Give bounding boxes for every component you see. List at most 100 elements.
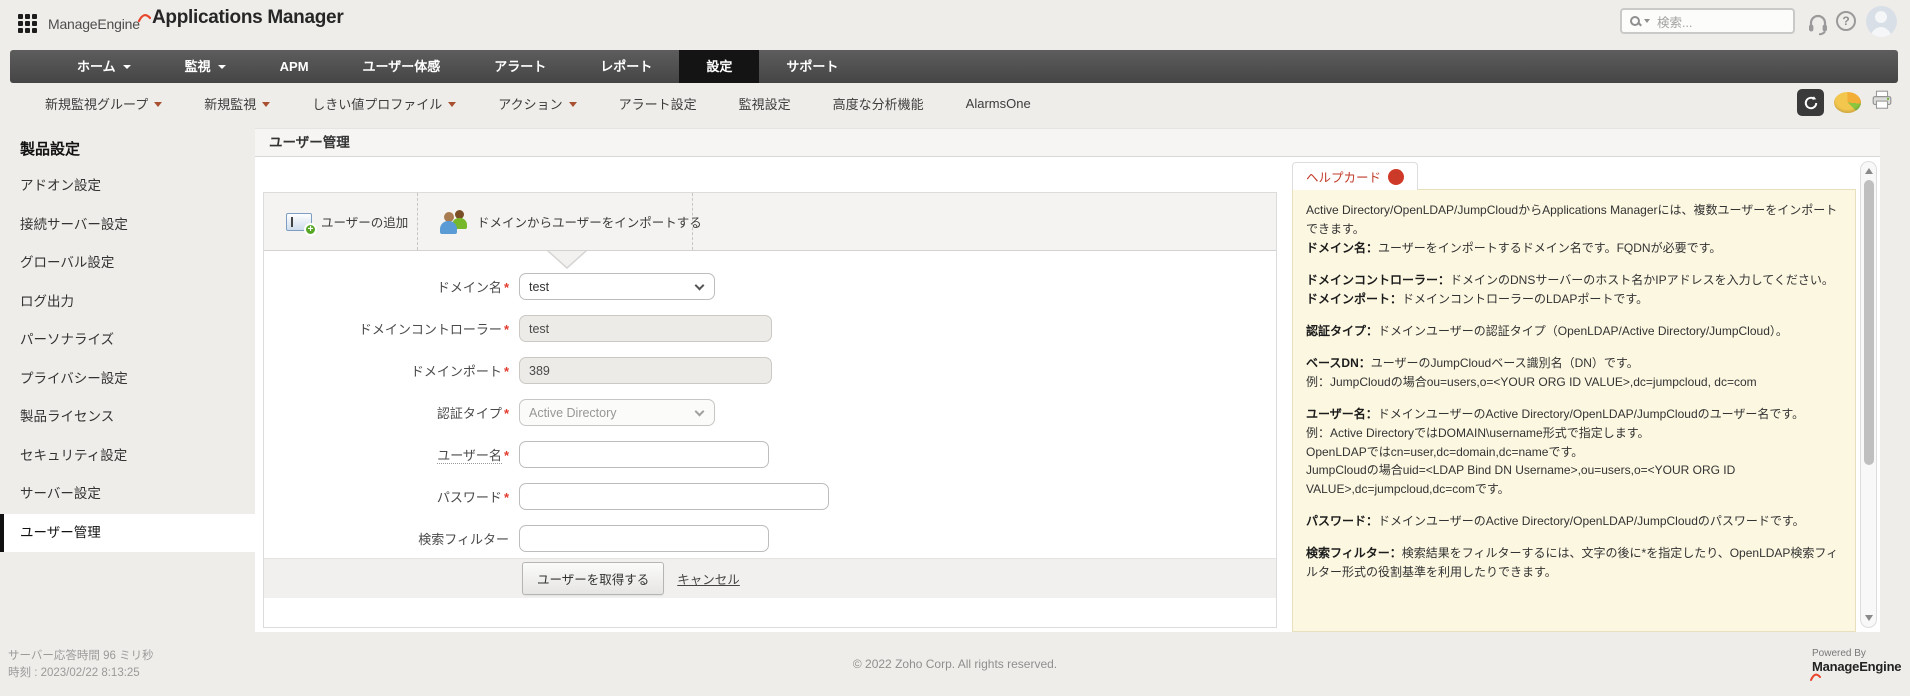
nav-alerts[interactable]: アラート <box>467 50 573 83</box>
sidebar-item-server-settings[interactable]: サーバー設定 <box>0 475 255 514</box>
scrollbar-down-icon[interactable] <box>1864 615 1873 621</box>
nav-reports[interactable]: レポート <box>573 50 679 83</box>
footer-powered-by: Powered By ManageEngine <box>1810 647 1910 690</box>
search-filter-field[interactable] <box>519 525 769 552</box>
required-asterisk <box>502 322 509 337</box>
headset-support-icon[interactable] <box>1806 12 1830 41</box>
required-asterisk <box>502 490 509 505</box>
required-asterisk <box>502 448 509 463</box>
chevron-down-icon <box>694 280 705 291</box>
chevron-down-icon <box>694 406 705 417</box>
subnav-advanced-analytics[interactable]: 高度な分析機能 <box>833 94 924 113</box>
sidebar-item-security-settings[interactable]: セキュリティ設定 <box>0 437 255 476</box>
help-paragraph: ベースDN：ユーザーのJumpCloudベース識別名（DN）です。 例：Jump… <box>1306 355 1757 389</box>
subnav-alarmsone[interactable]: AlarmsOne <box>966 96 1031 111</box>
sidebar-item-global-settings[interactable]: グローバル設定 <box>0 244 255 283</box>
printer-icon[interactable] <box>1871 90 1893 115</box>
search-filter-label: 検索フィルター <box>418 532 509 547</box>
chevron-down-icon <box>448 101 457 107</box>
user-name-field[interactable] <box>519 441 769 468</box>
required-asterisk <box>502 280 509 295</box>
sub-nav: 新規監視グループ 新規監視 しきい値プロファイル アクション アラート設定 監視… <box>0 83 1910 123</box>
footer-brand-logo: ManageEngine <box>1810 660 1910 690</box>
nav-monitor[interactable]: 監視 <box>158 50 253 83</box>
nav-settings[interactable]: 設定 <box>679 50 760 83</box>
tab-strip: ユーザーの追加 ドメインからユーザーをインポートする <box>264 193 1276 251</box>
sidebar: アドオン設定 接続サーバー設定 グローバル設定 ログ出力 パーソナライズ プライ… <box>0 167 255 552</box>
domain-name-select[interactable]: test <box>519 273 715 300</box>
nav-support[interactable]: サポート <box>759 50 865 83</box>
user-name-label: ユーザー名 <box>437 448 502 464</box>
nav-user-experience[interactable]: ユーザー体感 <box>336 50 468 83</box>
page-title: ユーザー管理 <box>255 128 1880 157</box>
help-icon[interactable] <box>1836 11 1856 31</box>
auth-type-select[interactable]: Active Directory <box>519 399 715 426</box>
manageengine-logo: ManageEngine <box>48 13 151 32</box>
sidebar-item-addon-settings[interactable]: アドオン設定 <box>0 167 255 206</box>
sidebar-item-log-output[interactable]: ログ出力 <box>0 283 255 322</box>
users-icon <box>440 209 468 234</box>
sidebar-title: 製品設定 <box>20 141 81 158</box>
product-title: Applications Manager <box>152 7 344 28</box>
chevron-down-icon <box>122 65 131 69</box>
subnav-actions[interactable]: アクション <box>498 94 577 113</box>
sidebar-item-personalize[interactable]: パーソナライズ <box>0 321 255 360</box>
password-label: パスワード <box>436 490 502 505</box>
password-field[interactable] <box>519 483 829 510</box>
domain-name-label: ドメイン名 <box>436 280 502 295</box>
tab-import-users-from-domain[interactable]: ドメインからユーザーをインポートする <box>418 193 702 250</box>
help-paragraph: ユーザー名：ドメインユーザーのActive Directory/OpenLDAP… <box>1306 406 1805 497</box>
help-paragraph: Active Directory/OpenLDAP/JumpCloudからApp… <box>1306 203 1838 255</box>
get-users-button[interactable]: ユーザーを取得する <box>522 562 665 595</box>
content-scrollbar[interactable] <box>1860 161 1877 628</box>
chevron-down-icon <box>217 65 226 69</box>
logo-swoosh-icon <box>137 14 151 23</box>
content-area: ユーザーの追加 ドメインからユーザーをインポートする ドメイン名 test ドメ… <box>255 157 1880 632</box>
search-icon <box>1630 16 1640 26</box>
subnav-threshold-profile[interactable]: しきい値プロファイル <box>312 94 457 113</box>
logo-swoosh-icon <box>1810 673 1821 681</box>
chevron-down-icon <box>568 101 577 107</box>
sidebar-item-connection-server-settings[interactable]: 接続サーバー設定 <box>0 206 255 245</box>
subnav-monitor-settings[interactable]: 監視設定 <box>739 94 791 113</box>
cancel-link[interactable]: キャンセル <box>677 569 740 588</box>
tab-add-user[interactable]: ユーザーの追加 <box>264 193 418 250</box>
domain-controller-field[interactable] <box>519 315 772 342</box>
help-card-tab[interactable]: ヘルプカード <box>1292 162 1419 190</box>
subnav-new-monitor-group[interactable]: 新規監視グループ <box>45 94 163 113</box>
pie-chart-icon[interactable] <box>1834 92 1861 113</box>
scrollbar-thumb[interactable] <box>1863 180 1874 465</box>
required-asterisk <box>502 406 509 421</box>
add-user-icon <box>286 212 317 236</box>
import-users-panel: ユーザーの追加 ドメインからユーザーをインポートする ドメイン名 test ドメ… <box>263 192 1277 628</box>
user-avatar[interactable] <box>1866 6 1897 37</box>
sidebar-item-privacy-settings[interactable]: プライバシー設定 <box>0 360 255 399</box>
help-paragraph: 認証タイプ：ドメインユーザーの認証タイプ（OpenLDAP/Active Dir… <box>1306 323 1788 338</box>
form-row: 認証タイプ Active Directory <box>264 399 1276 426</box>
sidebar-item-user-management[interactable]: ユーザー管理 <box>0 513 255 552</box>
domain-controller-label: ドメインコントローラー <box>358 322 502 337</box>
apps-grid-icon[interactable] <box>18 14 37 33</box>
form-row: ドメイン名 test <box>264 273 1276 300</box>
nav-home[interactable]: ホーム <box>50 50 158 83</box>
help-paragraph: ドメインコントローラー：ドメインのDNSサーバーのホスト名かIPアドレスを入力し… <box>1306 272 1834 306</box>
help-paragraph: パスワード：ドメインユーザーのActive Directory/OpenLDAP… <box>1306 514 1805 529</box>
help-card-title: ヘルプカード <box>1306 171 1382 185</box>
domain-port-field[interactable] <box>519 357 772 384</box>
subnav-alert-settings[interactable]: アラート設定 <box>619 94 697 113</box>
help-card: Active Directory/OpenLDAP/JumpCloudからApp… <box>1292 189 1856 632</box>
nav-apm[interactable]: APM <box>253 50 336 83</box>
help-paragraph: 検索フィルター：検索結果をフィルターするには、文字の後に*を指定したり、Open… <box>1306 546 1839 580</box>
scrollbar-up-icon[interactable] <box>1864 168 1873 174</box>
domain-port-label: ドメインポート <box>410 364 502 379</box>
footer-copyright: © 2022 Zoho Corp. All rights reserved. <box>852 657 1058 671</box>
sidebar-item-product-license[interactable]: 製品ライセンス <box>0 398 255 437</box>
form-row: パスワード <box>264 483 1276 510</box>
refresh-icon[interactable] <box>1797 89 1824 116</box>
form-row: ドメインコントローラー <box>264 315 1276 342</box>
subnav-new-monitor[interactable]: 新規監視 <box>204 94 271 113</box>
form-footer: ユーザーを取得する キャンセル <box>264 558 1276 598</box>
subnav-icon-group <box>1797 89 1893 116</box>
search-input[interactable]: 検索... <box>1620 8 1795 34</box>
search-scope-caret-icon <box>1644 19 1650 23</box>
